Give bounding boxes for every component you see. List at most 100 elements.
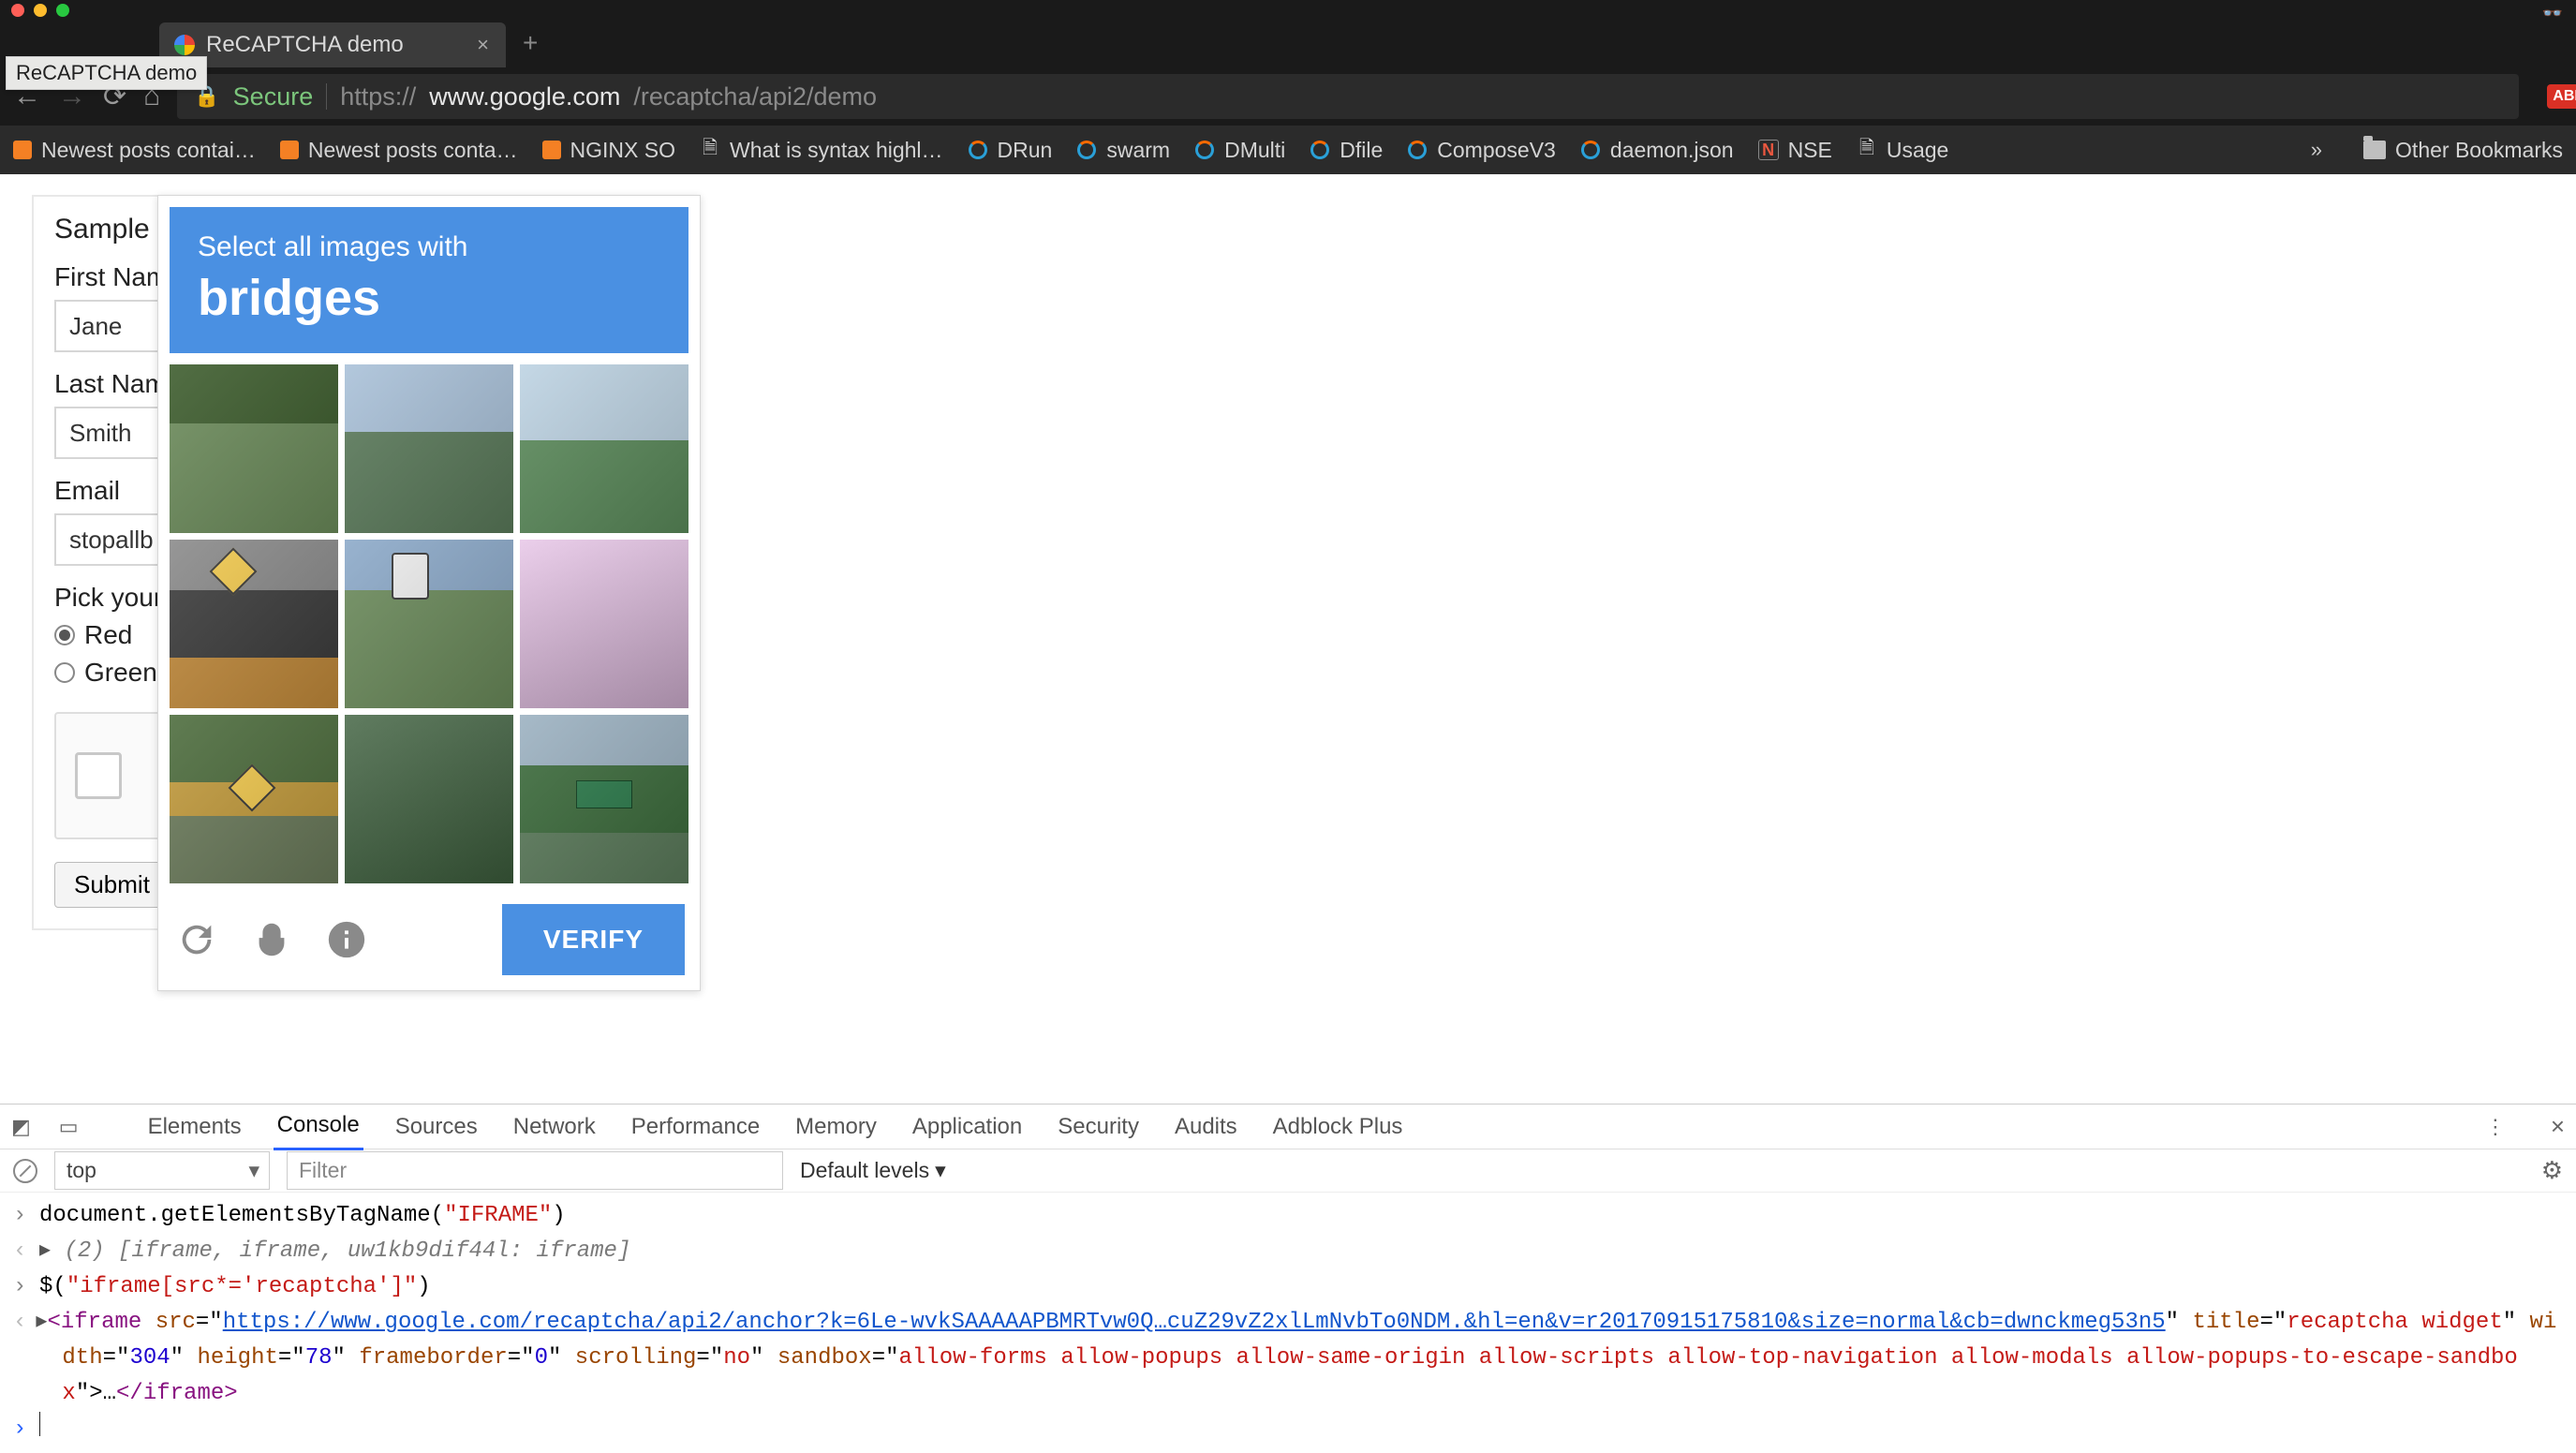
input-chevron-icon: ›	[13, 1412, 30, 1447]
devtools-menu-icon[interactable]: ⋮	[2485, 1115, 2506, 1139]
tab-title: ReCAPTCHA demo	[206, 32, 404, 58]
challenge-tile[interactable]	[520, 540, 688, 708]
inspect-element-icon[interactable]: ◩	[11, 1115, 31, 1139]
console-filter-input[interactable]: Filter	[287, 1151, 783, 1190]
window-zoom-button[interactable]	[56, 4, 69, 17]
bookmark-item[interactable]: NGINX SO	[542, 138, 675, 163]
devtools-close-icon[interactable]: ×	[2551, 1112, 2565, 1141]
browser-tab[interactable]: ReCAPTCHA demo ×	[159, 22, 506, 67]
adblock-extension-badge[interactable]: ABP	[2547, 84, 2576, 109]
url-host: www.google.com	[429, 82, 620, 111]
challenge-grid	[170, 364, 688, 883]
recaptcha-checkbox[interactable]	[75, 752, 122, 799]
bookmarks-bar: Newest posts contai… Newest posts conta……	[0, 126, 2576, 174]
console-cursor[interactable]	[39, 1412, 40, 1436]
bookmark-label: ComposeV3	[1437, 138, 1556, 163]
devtools-tab-elements[interactable]: Elements	[144, 1105, 245, 1149]
verify-button[interactable]: VERIFY	[502, 904, 685, 975]
radio-label: Red	[84, 620, 132, 650]
devtools-tab-sources[interactable]: Sources	[392, 1105, 481, 1149]
devtools-tab-audits[interactable]: Audits	[1171, 1105, 1241, 1149]
challenge-target: bridges	[198, 269, 660, 327]
bookmark-label: Dfile	[1340, 138, 1383, 163]
window-minimize-button[interactable]	[34, 4, 47, 17]
bookmark-label: What is syntax highl…	[730, 138, 943, 163]
stackoverflow-icon	[542, 141, 561, 159]
nse-icon: N	[1758, 140, 1779, 160]
console-output-line: ▸ (2) [iframe, iframe, uw1kb9dif44l: ifr…	[39, 1234, 630, 1269]
toolbar: ← → ⟳ ⌂ 🔒 Secure https://www.google.com/…	[0, 67, 2576, 126]
ring-icon	[1310, 141, 1329, 159]
bookmark-item[interactable]: ComposeV3	[1407, 138, 1556, 163]
challenge-tile[interactable]	[520, 715, 688, 883]
bookmark-item[interactable]: N NSE	[1758, 138, 1832, 163]
devtools-tab-console[interactable]: Console	[274, 1103, 363, 1150]
page-icon: 🗎	[700, 140, 720, 160]
log-level-selector[interactable]: Default levels ▾	[800, 1158, 946, 1183]
bookmark-item[interactable]: 🗎 What is syntax highl…	[700, 138, 943, 163]
url-protocol: https://	[340, 82, 416, 111]
bookmark-item[interactable]: swarm	[1076, 138, 1170, 163]
challenge-tile[interactable]	[345, 715, 513, 883]
separator	[326, 83, 327, 110]
bookmark-label: NGINX SO	[570, 138, 675, 163]
challenge-tile[interactable]	[170, 364, 338, 533]
stackoverflow-icon	[13, 141, 32, 159]
devtools-tab-performance[interactable]: Performance	[628, 1105, 763, 1149]
challenge-tile[interactable]	[520, 364, 688, 533]
window-close-button[interactable]	[11, 4, 24, 17]
bookmark-label: swarm	[1106, 138, 1170, 163]
clear-console-icon[interactable]	[13, 1159, 37, 1183]
tab-close-icon[interactable]: ×	[477, 33, 489, 57]
other-bookmarks-button[interactable]: Other Bookmarks	[2363, 138, 2563, 163]
bookmark-label: Newest posts conta…	[308, 138, 518, 163]
challenge-tile[interactable]	[345, 364, 513, 533]
challenge-tile[interactable]	[170, 540, 338, 708]
bookmark-item[interactable]: Dfile	[1310, 138, 1383, 163]
input-chevron-icon: ›	[13, 1269, 30, 1305]
recaptcha-challenge: Select all images with bridges VERIFY	[157, 195, 701, 991]
bookmark-overflow-button[interactable]: »	[2311, 138, 2322, 162]
page-icon: 🗎	[1857, 140, 1877, 160]
bookmark-item[interactable]: DRun	[968, 138, 1053, 163]
output-chevron-icon: ‹	[13, 1234, 30, 1269]
radio-icon	[54, 662, 75, 683]
reload-challenge-icon[interactable]	[173, 916, 220, 963]
devtools-tab-application[interactable]: Application	[909, 1105, 1026, 1149]
device-toolbar-icon[interactable]: ▭	[59, 1115, 79, 1139]
bookmark-item[interactable]: DMulti	[1194, 138, 1285, 163]
ring-icon	[1581, 141, 1600, 159]
bookmark-item[interactable]: 🗎Usage	[1857, 138, 1948, 163]
context-selector[interactable]: top	[54, 1151, 270, 1190]
bookmark-label: NSE	[1788, 138, 1832, 163]
bookmark-item[interactable]: daemon.json	[1580, 138, 1734, 163]
bookmark-item[interactable]: Newest posts conta…	[280, 138, 518, 163]
address-bar[interactable]: 🔒 Secure https://www.google.com/recaptch…	[177, 74, 2519, 119]
devtools-tab-security[interactable]: Security	[1054, 1105, 1143, 1149]
bookmark-item[interactable]: Newest posts contai…	[13, 138, 256, 163]
ring-icon	[1408, 141, 1427, 159]
console-output-line: ▸<iframe src="https://www.google.com/rec…	[36, 1305, 2563, 1412]
input-chevron-icon: ›	[13, 1198, 30, 1234]
new-tab-button[interactable]: +	[523, 28, 538, 58]
console-input-line: $("iframe[src*='recaptcha']")	[39, 1269, 431, 1305]
console-settings-icon[interactable]: ⚙	[2541, 1156, 2563, 1185]
ring-icon	[969, 141, 987, 159]
info-icon[interactable]	[323, 916, 370, 963]
audio-challenge-icon[interactable]	[248, 916, 295, 963]
secure-label: Secure	[233, 82, 314, 111]
challenge-tile[interactable]	[345, 540, 513, 708]
devtools-panel: ◩ ▭ Elements Console Sources Network Per…	[0, 1104, 2576, 1441]
challenge-tile[interactable]	[170, 715, 338, 883]
challenge-header: Select all images with bridges	[170, 207, 688, 353]
radio-icon	[54, 625, 75, 645]
submit-button[interactable]: Submit	[54, 862, 170, 908]
output-chevron-icon: ‹	[13, 1305, 26, 1341]
tab-hover-tooltip: ReCAPTCHA demo	[6, 56, 207, 90]
devtools-tab-network[interactable]: Network	[510, 1105, 600, 1149]
console-input-line: document.getElementsByTagName("IFRAME")	[39, 1198, 566, 1234]
devtools-tab-memory[interactable]: Memory	[792, 1105, 881, 1149]
console-output[interactable]: ›document.getElementsByTagName("IFRAME")…	[0, 1193, 2576, 1453]
devtools-tab-adblock[interactable]: Adblock Plus	[1269, 1105, 1407, 1149]
challenge-instruction: Select all images with	[198, 231, 660, 263]
